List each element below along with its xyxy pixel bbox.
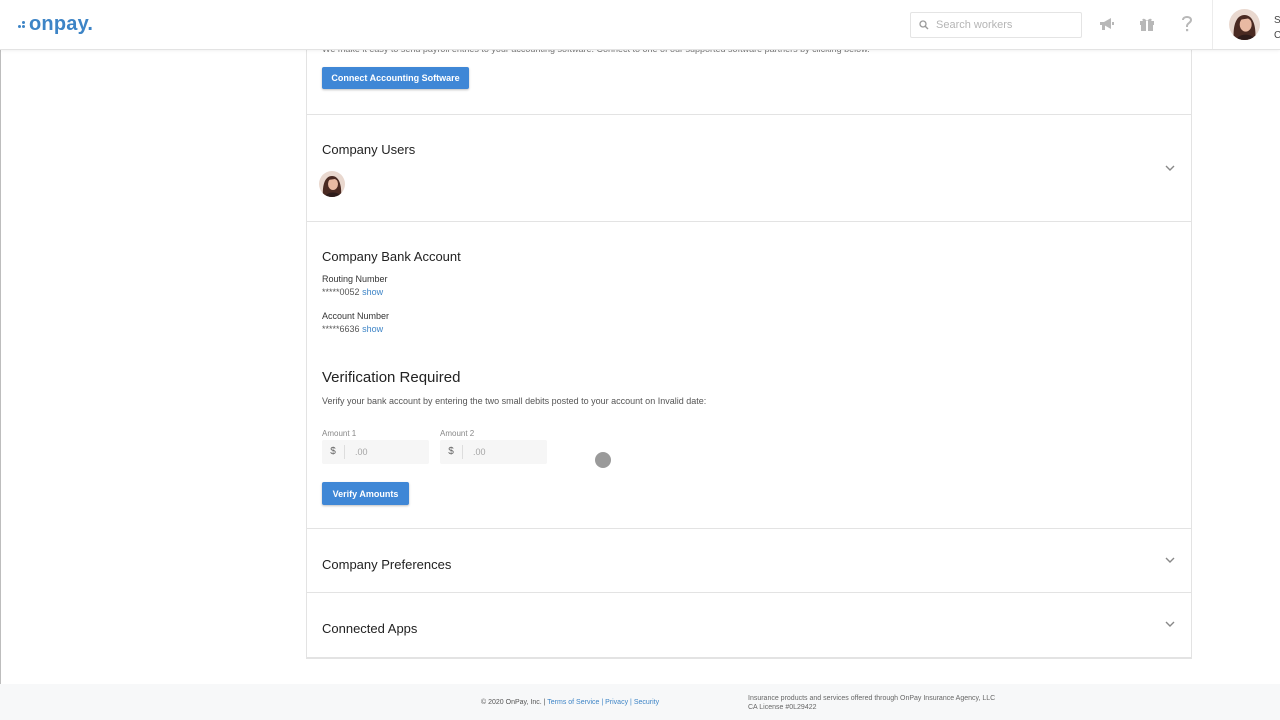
- mouse-cursor-indicator: [595, 452, 611, 468]
- routing-number-masked: *****0052: [322, 287, 360, 297]
- top-header: onpay. Search workers S C: [0, 0, 1280, 50]
- header-divider: [1212, 0, 1213, 49]
- profile-name-truncated[interactable]: S C: [1274, 13, 1280, 43]
- amount2-field: $: [440, 440, 547, 464]
- amount2-label: Amount 2: [440, 429, 475, 438]
- routing-show-link[interactable]: show: [362, 287, 383, 297]
- company-users-title: Company Users: [322, 142, 416, 157]
- logo-mark: [18, 17, 28, 31]
- insurance-notice: Insurance products and services offered …: [748, 694, 995, 712]
- connect-accounting-button[interactable]: Connect Accounting Software: [322, 67, 469, 89]
- help-icon: [1182, 16, 1193, 32]
- footer-links: © 2020 OnPay, Inc. | Terms of Service | …: [481, 699, 659, 706]
- privacy-link[interactable]: Privacy: [605, 699, 628, 706]
- chevron-down-icon[interactable]: [1164, 619, 1176, 629]
- amount2-input[interactable]: [471, 446, 545, 458]
- verify-amounts-button[interactable]: Verify Amounts: [322, 482, 409, 505]
- page-footer: © 2020 OnPay, Inc. | Terms of Service | …: [0, 684, 1280, 720]
- gifts-button[interactable]: [1137, 14, 1157, 34]
- security-link[interactable]: Security: [634, 699, 659, 706]
- accounting-section: We make it easy to send payroll entries …: [307, 40, 1191, 115]
- verification-description: Verify your bank account by entering the…: [322, 396, 707, 406]
- footer-separator: |: [630, 699, 632, 706]
- terms-link[interactable]: Terms of Service: [547, 699, 599, 706]
- company-preferences-title: Company Preferences: [322, 557, 452, 572]
- connected-apps-title: Connected Apps: [322, 621, 418, 636]
- routing-number-label: Routing Number: [322, 274, 388, 284]
- user-avatar[interactable]: [319, 171, 345, 197]
- connected-apps-section[interactable]: Connected Apps: [307, 592, 1191, 658]
- currency-symbol: $: [322, 445, 345, 459]
- profile-initial: S: [1274, 15, 1280, 26]
- gift-icon: [1140, 18, 1154, 31]
- company-settings-card: We make it easy to send payroll entries …: [306, 40, 1192, 659]
- account-number-masked: *****6636: [322, 324, 360, 334]
- account-number-label: Account Number: [322, 311, 390, 321]
- profile-avatar[interactable]: [1229, 9, 1260, 40]
- window-edge: [0, 0, 1, 720]
- logo-text: onpay.: [29, 12, 94, 35]
- bank-account-title: Company Bank Account: [322, 249, 461, 264]
- amount1-field: $: [322, 440, 429, 464]
- insurance-line-2: CA License #0L29422: [748, 704, 817, 711]
- amount1-input[interactable]: [353, 446, 427, 458]
- account-show-link[interactable]: show: [362, 324, 383, 334]
- amount1-label: Amount 1: [322, 429, 357, 438]
- megaphone-icon: [1100, 18, 1114, 30]
- company-users-section[interactable]: Company Users: [307, 114, 1191, 222]
- chevron-down-icon[interactable]: [1164, 555, 1176, 565]
- verification-title: Verification Required: [322, 369, 461, 386]
- copyright-text: © 2020 OnPay, Inc. |: [481, 699, 546, 706]
- search-input[interactable]: [934, 18, 1078, 32]
- routing-number-value: *****0052 show: [322, 287, 383, 297]
- onpay-logo[interactable]: onpay.: [18, 12, 93, 36]
- profile-subtitle: C: [1274, 30, 1280, 41]
- insurance-line-1: Insurance products and services offered …: [748, 695, 996, 702]
- chevron-down-icon[interactable]: [1164, 163, 1176, 173]
- currency-symbol: $: [440, 445, 463, 459]
- announcements-button[interactable]: [1097, 14, 1117, 34]
- search-icon: [919, 20, 929, 30]
- company-preferences-section[interactable]: Company Preferences: [307, 528, 1191, 593]
- help-button[interactable]: [1177, 14, 1197, 34]
- account-number-value: *****6636 show: [322, 324, 383, 334]
- footer-separator: |: [601, 699, 604, 706]
- search-box[interactable]: [910, 12, 1082, 38]
